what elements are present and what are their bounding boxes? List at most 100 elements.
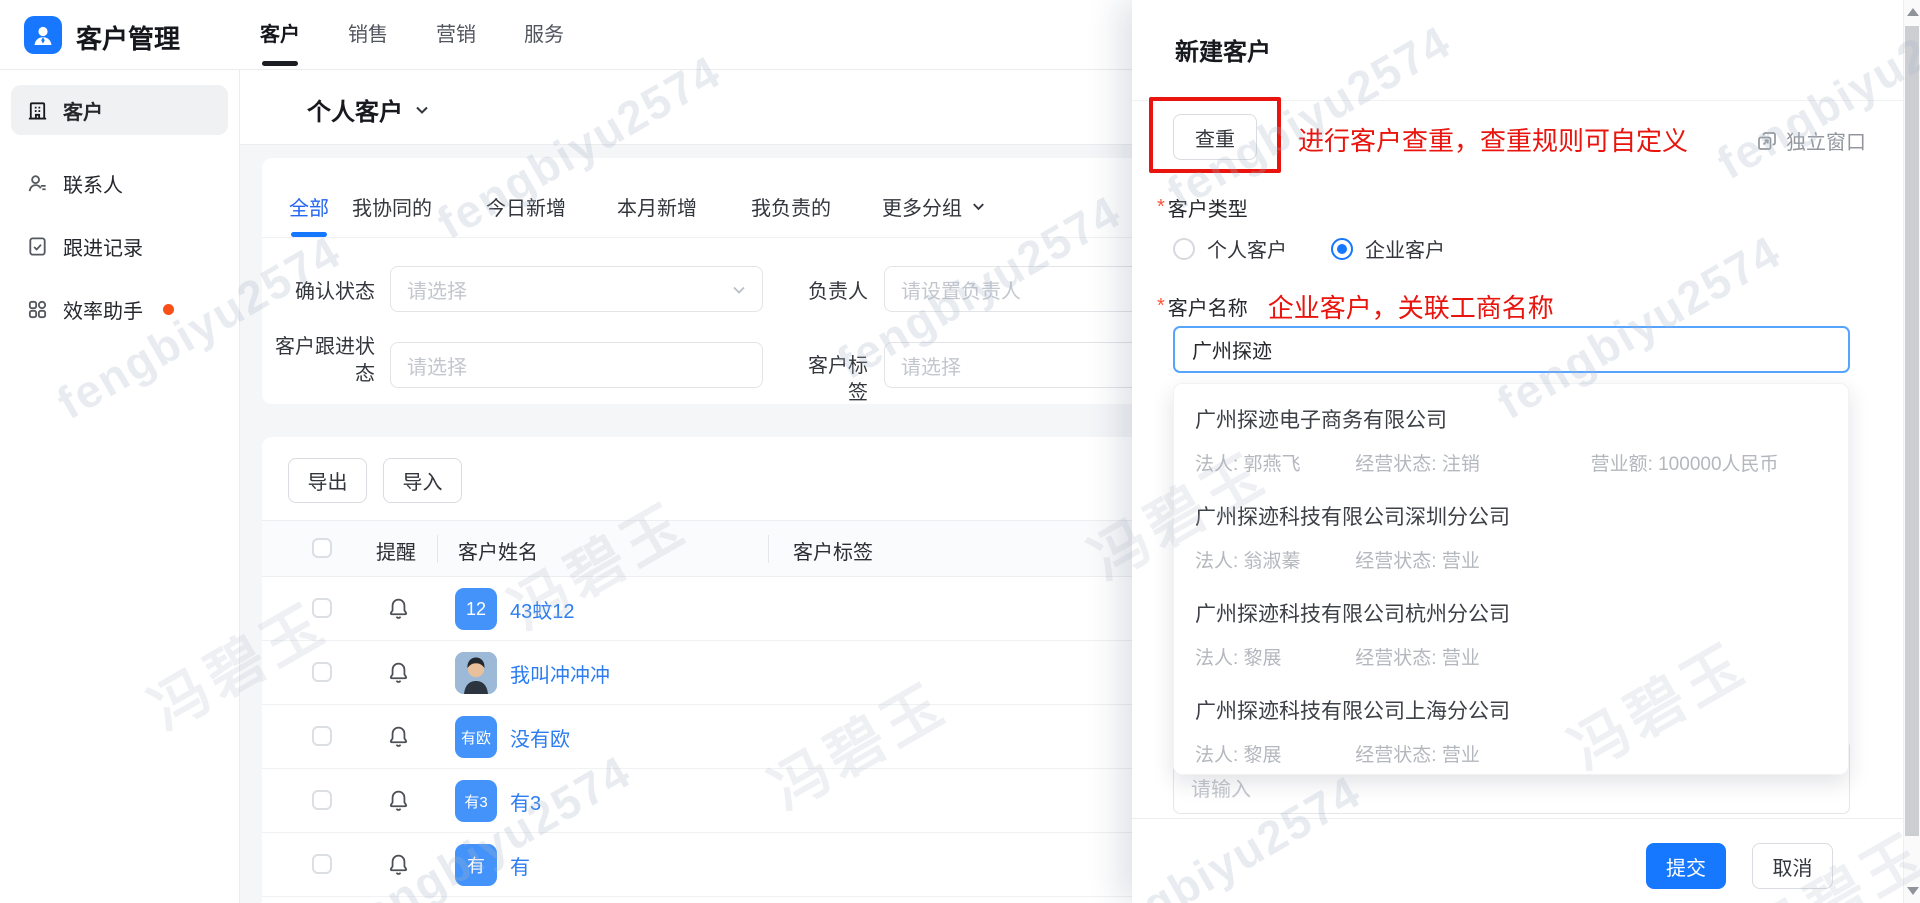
- operating-status: 经营状态: 注销: [1355, 454, 1480, 475]
- top-nav: 客户 销售 营销 服务: [258, 0, 566, 70]
- customer-name-link[interactable]: 没有欧: [510, 723, 570, 752]
- chevron-down-icon: [973, 203, 984, 211]
- company-name: 广州探迹科技有限公司杭州分公司: [1195, 603, 1510, 626]
- tab-collaborated[interactable]: 我协同的: [352, 192, 432, 221]
- label-text: 客户类型: [1167, 199, 1248, 221]
- customer-type-radio-group: 个人客户 企业客户: [1173, 234, 1445, 263]
- customer-name-link[interactable]: 我叫冲冲冲: [510, 659, 610, 688]
- section-title: 个人客户: [307, 99, 403, 126]
- chevron-down-icon: [416, 106, 428, 114]
- filter-label-tag: 客户标签: [808, 355, 868, 404]
- customer-name-input[interactable]: [1173, 326, 1850, 373]
- company-suggestion-dropdown: 广州探迹电子商务有限公司 法人: 郭燕飞 经营状态: 注销 营业额: 10000…: [1173, 383, 1849, 775]
- import-button[interactable]: 导入: [383, 458, 462, 503]
- tab-my-responsibility[interactable]: 我负责的: [751, 192, 831, 221]
- divider: [437, 535, 438, 563]
- row-checkbox[interactable]: [312, 854, 332, 874]
- annotation-name-text: 企业客户，关联工商名称: [1267, 293, 1554, 323]
- sidebar-item-label: 跟进记录: [63, 237, 143, 260]
- tab-added-today[interactable]: 今日新增: [486, 192, 566, 221]
- bell-icon[interactable]: [386, 660, 411, 690]
- company-name: 广州探迹科技有限公司深圳分公司: [1195, 506, 1510, 529]
- sidebar-item-label: 客户: [63, 101, 103, 124]
- export-button[interactable]: 导出: [288, 458, 367, 503]
- drawer-scrollbar[interactable]: [1903, 0, 1920, 903]
- radio-personal-customer[interactable]: 个人客户: [1173, 234, 1287, 263]
- bell-icon[interactable]: [386, 724, 411, 754]
- dedupe-button[interactable]: 查重: [1173, 114, 1257, 160]
- company-meta: 法人: 黎展 经营状态: 营业: [1195, 643, 1585, 670]
- suggestion-item[interactable]: 广州探迹科技有限公司上海分公司 法人: 黎展 经营状态: 营业: [1195, 687, 1827, 784]
- standalone-window-label: 独立窗口: [1786, 132, 1866, 154]
- company-meta: 法人: 翁淑蓁 经营状态: 营业: [1195, 546, 1585, 573]
- confirm-status-select[interactable]: 请选择: [390, 266, 763, 312]
- row-checkbox[interactable]: [312, 662, 332, 682]
- avatar: 有欧: [455, 716, 497, 758]
- operating-status: 经营状态: 营业: [1355, 648, 1480, 669]
- owner-select[interactable]: 请设置负责人: [884, 266, 1174, 312]
- follow-status-select[interactable]: 请选择: [390, 342, 763, 388]
- radio-enterprise-customer[interactable]: 企业客户: [1331, 234, 1445, 263]
- nav-customer[interactable]: 客户: [258, 0, 302, 70]
- operating-status: 经营状态: 营业: [1355, 745, 1480, 766]
- avatar-photo: [455, 652, 497, 694]
- bell-icon[interactable]: [386, 788, 411, 818]
- divider: [768, 535, 769, 563]
- avatar: 12: [455, 588, 497, 630]
- tag-select[interactable]: 请选择: [884, 342, 1174, 388]
- label-text: 客户名称: [1167, 298, 1248, 320]
- suggestion-item[interactable]: 广州探迹电子商务有限公司 法人: 郭燕飞 经营状态: 注销 营业额: 10000…: [1195, 396, 1827, 493]
- company-name: 广州探迹科技有限公司上海分公司: [1195, 700, 1510, 723]
- company-name: 广州探迹电子商务有限公司: [1195, 409, 1447, 432]
- filter-label-owner: 负责人: [808, 281, 868, 303]
- nav-sales[interactable]: 销售: [346, 0, 390, 70]
- bell-icon[interactable]: [386, 852, 411, 882]
- bell-icon[interactable]: [386, 596, 411, 626]
- placeholder: 请选择: [901, 356, 961, 379]
- nav-service[interactable]: 服务: [522, 0, 566, 70]
- filter-label-follow-status: 客户跟进状态: [275, 336, 375, 385]
- avatar: 有3: [455, 780, 497, 822]
- section-title-dropdown[interactable]: 个人客户: [307, 92, 431, 127]
- chevron-down-icon: [733, 286, 745, 294]
- customer-name-link[interactable]: 43蚊12: [510, 595, 575, 624]
- placeholder: 请选择: [407, 280, 467, 303]
- customer-type-label: * 客户类型: [1157, 193, 1248, 222]
- building-icon: [25, 98, 49, 122]
- column-header-reminder: 提醒: [376, 542, 416, 564]
- radio-circle-selected: [1331, 237, 1353, 260]
- customer-name-link[interactable]: 有: [510, 851, 530, 880]
- scroll-up-icon[interactable]: [1907, 8, 1919, 16]
- sidebar-item-label: 效率助手: [63, 300, 143, 323]
- tab-added-this-month[interactable]: 本月新增: [617, 192, 697, 221]
- filter-label-confirm-status: 确认状态: [295, 281, 375, 303]
- select-all-checkbox[interactable]: [312, 538, 332, 558]
- tab-more-groups-label: 更多分组: [882, 198, 962, 220]
- row-checkbox[interactable]: [312, 598, 332, 618]
- submit-button[interactable]: 提交: [1646, 843, 1726, 889]
- suggestion-item[interactable]: 广州探迹科技有限公司杭州分公司 法人: 黎展 经营状态: 营业: [1195, 590, 1827, 687]
- sidebar-item-contacts[interactable]: 联系人: [11, 158, 228, 208]
- cancel-button[interactable]: 取消: [1752, 843, 1833, 889]
- tab-more-groups[interactable]: 更多分组: [882, 192, 987, 221]
- sidebar-item-customer[interactable]: 客户: [11, 85, 228, 135]
- notification-dot: [163, 303, 174, 315]
- external-window-icon: [1758, 131, 1776, 150]
- divider: [1132, 100, 1903, 101]
- nav-marketing[interactable]: 营销: [434, 0, 478, 70]
- app-window: 客户管理 客户 销售 营销 服务 客户 联系人 跟进记录 效率助手 个人客户 全…: [0, 0, 1920, 903]
- scrollbar-thumb[interactable]: [1905, 26, 1919, 836]
- sidebar-item-assistant[interactable]: 效率助手: [11, 284, 228, 334]
- row-checkbox[interactable]: [312, 726, 332, 746]
- suggestion-item[interactable]: 广州探迹科技有限公司深圳分公司 法人: 翁淑蓁 经营状态: 营业: [1195, 493, 1827, 590]
- standalone-window-link[interactable]: 独立窗口: [1756, 126, 1866, 155]
- customer-name-link[interactable]: 有3: [510, 787, 541, 816]
- customer-name-label: * 客户名称 企业客户，关联工商名称: [1157, 288, 1554, 325]
- radio-label: 个人客户: [1207, 240, 1287, 262]
- tab-all[interactable]: 全部: [289, 192, 329, 221]
- row-checkbox[interactable]: [312, 790, 332, 810]
- sidebar-item-followups[interactable]: 跟进记录: [11, 221, 228, 271]
- scroll-down-icon[interactable]: [1907, 887, 1919, 895]
- app-title: 客户管理: [76, 24, 181, 54]
- radio-label: 企业客户: [1365, 240, 1445, 262]
